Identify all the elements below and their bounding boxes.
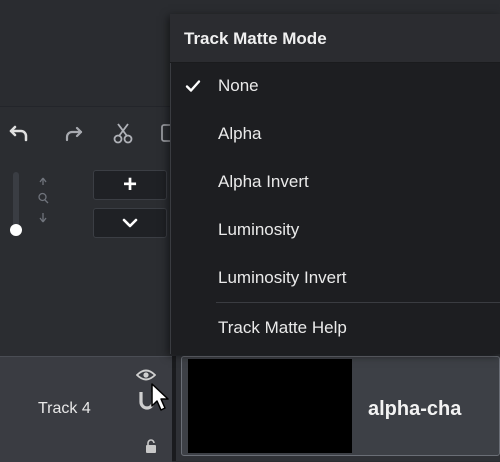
plus-icon: + bbox=[122, 171, 137, 198]
redo-icon[interactable] bbox=[58, 118, 88, 148]
zoom-in-button[interactable]: + bbox=[93, 170, 167, 200]
menu-item-label: Alpha bbox=[218, 124, 262, 143]
menu-title: Track Matte Mode bbox=[184, 29, 327, 48]
clip-name: alpha-cha bbox=[368, 398, 462, 420]
menu-item-label: None bbox=[218, 76, 259, 95]
cut-icon[interactable] bbox=[108, 118, 138, 148]
menu-item-none[interactable]: None bbox=[170, 62, 500, 110]
expand-button[interactable] bbox=[93, 208, 167, 238]
menu-item-label: Luminosity bbox=[218, 220, 300, 239]
zoom-slider-handle[interactable] bbox=[10, 224, 22, 236]
menu-separator bbox=[216, 302, 500, 303]
menu-item-alpha-invert[interactable]: Alpha Invert bbox=[170, 158, 500, 206]
clip-thumbnail bbox=[188, 359, 352, 453]
menu-item-track-matte-help[interactable]: Track Matte Help bbox=[170, 304, 500, 352]
zoom-slider-track[interactable] bbox=[13, 172, 19, 228]
chevron-down-icon bbox=[122, 218, 138, 228]
mouse-cursor-icon bbox=[151, 383, 169, 411]
menu-item-alpha[interactable]: Alpha bbox=[170, 110, 500, 158]
undo-icon[interactable] bbox=[4, 118, 34, 148]
menu-item-luminosity[interactable]: Luminosity bbox=[170, 206, 500, 254]
copy-icon[interactable] bbox=[156, 118, 170, 148]
menu-item-label: Alpha Invert bbox=[218, 172, 309, 191]
track-name: Track 4 bbox=[38, 400, 91, 417]
menu-item-label: Luminosity Invert bbox=[218, 268, 347, 287]
menu-item-label: Track Matte Help bbox=[218, 318, 347, 337]
lock-icon[interactable] bbox=[145, 438, 157, 459]
menu-item-luminosity-invert[interactable]: Luminosity Invert bbox=[170, 254, 500, 302]
zoom-magnifier-icon bbox=[36, 176, 50, 226]
